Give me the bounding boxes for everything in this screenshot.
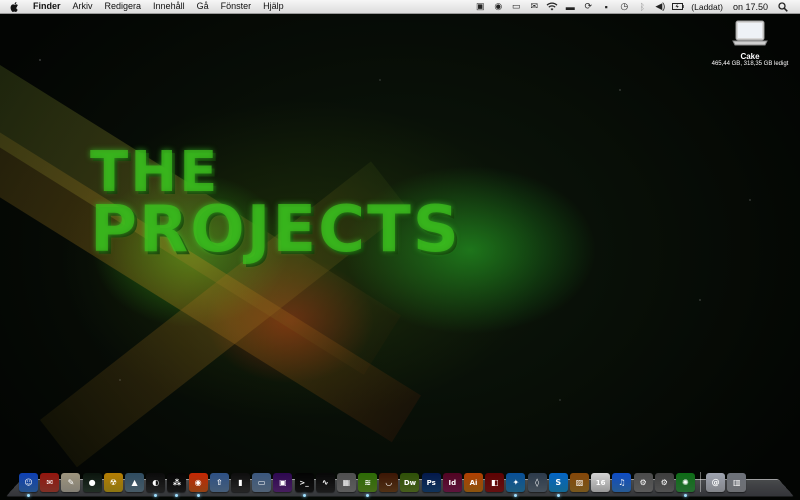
monitor-icon[interactable]: ▭ xyxy=(252,473,272,492)
menu-finder[interactable]: Finder xyxy=(27,0,67,13)
transmit-icon[interactable]: ▲ xyxy=(125,473,145,492)
clock-icon[interactable]: ◷ xyxy=(618,1,630,12)
growl-icon[interactable]: ▮ xyxy=(230,473,250,492)
coffee-icon[interactable]: ◡ xyxy=(379,473,399,492)
menu-redigera[interactable]: Redigera xyxy=(99,0,148,13)
mail-icon[interactable]: ✉ xyxy=(528,1,540,12)
bluetooth-icon[interactable]: ᛒ xyxy=(636,1,648,12)
disk-name: Cake xyxy=(740,52,760,61)
menu-fonster[interactable]: Fönster xyxy=(215,0,258,13)
sync-icon[interactable]: ⟳ xyxy=(582,1,594,12)
mail-icon[interactable]: ✉ xyxy=(40,473,60,492)
xcode-icon[interactable]: ◊ xyxy=(527,473,547,492)
menu-clock[interactable]: on 17.50 xyxy=(733,2,768,12)
macbook-drive-icon xyxy=(732,20,768,48)
safari-icon[interactable]: ✦ xyxy=(506,473,526,497)
display-icon[interactable]: ▬ xyxy=(564,1,576,12)
upload-icon[interactable]: ⇧ xyxy=(209,473,229,492)
finder-icon[interactable]: ☺ xyxy=(19,473,39,497)
menu-arkiv[interactable]: Arkiv xyxy=(67,0,99,13)
calculator-icon[interactable]: ▦ xyxy=(336,473,356,492)
menu-innehall[interactable]: Innehåll xyxy=(147,0,191,13)
spotlight-icon[interactable] xyxy=(777,1,789,12)
desktop-wallpaper: THE PROJECTS xyxy=(0,0,800,500)
utility-icon[interactable]: ⚙ xyxy=(633,473,653,492)
flashlight-icon[interactable]: ◧ xyxy=(485,473,505,492)
illustrator-icon[interactable]: Ai xyxy=(464,473,484,492)
cyberduck-icon[interactable]: ◐ xyxy=(146,473,166,497)
dock-items: ☺ ✉ ✎ ● ☢ ▲ ◐ ⁂ ◉ ⇧ ▮ ▭ ▣ >_ ∿ ▦ ≋ ◡ Dw Ps Id Ai ◧ ✦ ◊ S ▨ 16 ♫ ⚙ ⚙ ✺ @ ▥ xyxy=(18,466,747,497)
running-indicator xyxy=(556,494,560,497)
itunes-icon[interactable]: ♫ xyxy=(612,473,632,492)
timemachine-icon[interactable]: ▣ xyxy=(474,1,486,12)
script-icon[interactable]: ▪ xyxy=(600,1,612,12)
photo-icon[interactable]: ▨ xyxy=(569,473,589,492)
desktop-disk-cake[interactable]: Cake 465,44 GB, 318,35 GB ledigt xyxy=(702,20,798,67)
firefox-icon[interactable]: ◉ xyxy=(188,473,208,497)
terminal-icon[interactable]: >_ xyxy=(294,473,314,497)
documents-icon[interactable]: @ xyxy=(706,473,726,492)
menu-bar: Finder Arkiv Redigera Innehåll Gå Fönste… xyxy=(0,0,800,14)
screen-icon[interactable]: ▭ xyxy=(510,1,522,12)
wallpaper-title-line2: PROJECTS xyxy=(90,193,461,267)
dreamweaver-icon[interactable]: Dw xyxy=(400,473,420,492)
running-indicator xyxy=(196,494,200,497)
running-indicator xyxy=(683,494,687,497)
volume-icon[interactable]: ◀) xyxy=(654,1,666,12)
blackberry-icon[interactable]: ⁂ xyxy=(167,473,187,497)
preview-icon[interactable]: ✎ xyxy=(61,473,81,492)
webcam-icon[interactable]: ◉ xyxy=(492,1,504,12)
indesign-icon[interactable]: Id xyxy=(442,473,462,492)
menu-ga[interactable]: Gå xyxy=(191,0,215,13)
menu-hjalp[interactable]: Hjälp xyxy=(257,0,290,13)
disk-info: 465,44 GB, 318,35 GB ledigt xyxy=(711,61,789,67)
battery-icon[interactable] xyxy=(672,1,684,12)
trash-icon[interactable]: ▥ xyxy=(727,473,747,492)
apple-logo-icon[interactable] xyxy=(10,1,20,13)
pinwheel-icon[interactable]: ✺ xyxy=(675,473,695,497)
calendar-icon[interactable]: 16 xyxy=(591,473,611,492)
battery-status[interactable]: (Laddat) xyxy=(691,2,723,12)
adium-icon[interactable]: ● xyxy=(82,473,102,492)
running-indicator xyxy=(302,494,306,497)
spotify-icon[interactable]: ≋ xyxy=(358,473,378,497)
photoshop-icon[interactable]: Ps xyxy=(421,473,441,492)
activity-monitor-icon[interactable]: ∿ xyxy=(315,473,335,492)
skype-icon[interactable]: S xyxy=(548,473,568,497)
radioactive-icon[interactable]: ☢ xyxy=(103,473,123,492)
dock: ☺ ✉ ✎ ● ☢ ▲ ◐ ⁂ ◉ ⇧ ▮ ▭ ▣ >_ ∿ ▦ ≋ ◡ Dw Ps Id Ai ◧ ✦ ◊ S ▨ 16 ♫ ⚙ ⚙ ✺ @ ▥ xyxy=(6,466,794,497)
dock-separator xyxy=(700,472,701,492)
frontrow-icon[interactable]: ▣ xyxy=(273,473,293,492)
system-preferences-icon[interactable]: ⚙ xyxy=(654,473,674,492)
wifi-icon[interactable] xyxy=(546,1,558,12)
